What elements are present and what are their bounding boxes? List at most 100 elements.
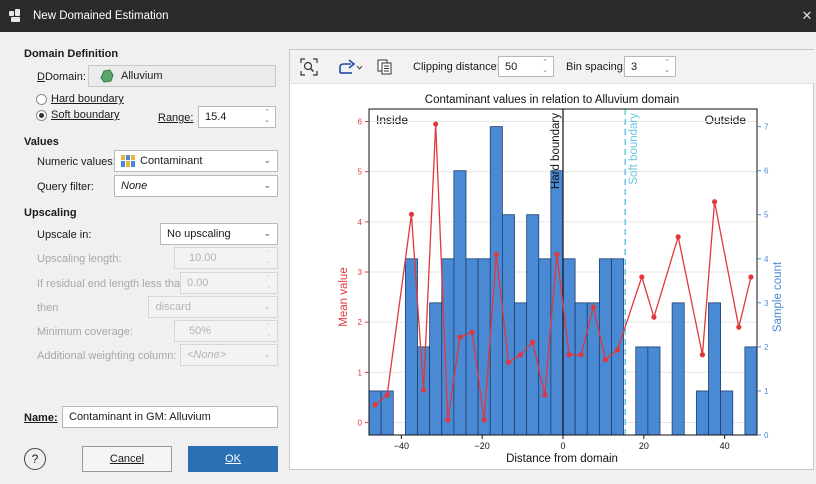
range-label-text: Range: (158, 112, 194, 124)
bin-spacing-input[interactable]: 3 ⌃ ⌄ (624, 56, 676, 77)
soft-boundary-radio[interactable] (36, 110, 47, 121)
histogram-bar (647, 346, 661, 436)
histogram-bar (526, 214, 540, 436)
help-button[interactable]: ? (24, 448, 46, 470)
query-filter-select[interactable]: None ⌄ (114, 175, 278, 197)
mean-value-point (651, 314, 657, 320)
x-tick-label: 0 (560, 441, 565, 451)
upscaling-heading: Upscaling (24, 207, 77, 219)
weighting-column-value: <None> (187, 349, 227, 361)
mean-value-point (493, 251, 499, 258)
chevron-down-icon: ⌄ (263, 349, 271, 359)
name-input[interactable]: Contaminant in GM: Alluvium (62, 406, 278, 428)
mean-value-point (517, 352, 524, 358)
cancel-button[interactable]: Cancel (82, 446, 172, 472)
zoom-fit-icon[interactable] (300, 58, 318, 76)
histogram-bar (671, 302, 685, 436)
y-right-tick-label: 4 (764, 255, 769, 264)
upscaling-length-input[interactable]: 10.00 ⌃ ⌄ (174, 247, 278, 269)
mean-value-point (384, 392, 390, 398)
domain-icon (100, 69, 114, 83)
range-spinner-icon[interactable]: ⌃ ⌄ (261, 108, 273, 126)
y-right-tick-label: 1 (764, 387, 769, 396)
hard-boundary-label: Hard boundary (51, 93, 124, 105)
hard-boundary-text: Hard boundary (51, 93, 124, 105)
histogram-bar (708, 302, 722, 436)
domain-definition-heading: Domain Definition (24, 48, 119, 60)
mean-value-point (469, 329, 475, 335)
range-label: Range: (158, 112, 193, 124)
mean-value-point (602, 357, 609, 363)
histogram-bar (465, 258, 479, 436)
chevron-down-icon: ⌄ (263, 228, 271, 238)
mean-value-point (566, 352, 572, 358)
mean-value-point (639, 274, 645, 280)
chart-title: Contaminant values in relation to Alluvi… (425, 94, 679, 106)
histogram-bar (429, 302, 443, 436)
histogram-bar (720, 390, 734, 436)
mean-value-point (433, 121, 439, 127)
spinner-icon: ⌃ ⌄ (266, 275, 272, 290)
hard-boundary-radio[interactable] (36, 94, 47, 105)
range-input[interactable]: 15.4 ⌃ ⌄ (198, 106, 276, 128)
weighting-column-select[interactable]: <None> ⌄ (180, 344, 278, 366)
clipping-distance-label: Clipping distance: (413, 61, 500, 73)
mean-value-point (445, 417, 451, 423)
histogram-bar (611, 258, 625, 436)
residual-input[interactable]: 0.00 ⌃ ⌄ (180, 272, 278, 294)
spinner-icon[interactable]: ⌃ ⌄ (661, 58, 673, 76)
close-icon[interactable]: ✕ (798, 0, 816, 32)
then-label: then (37, 302, 59, 314)
y-left-axis-label: Mean value (338, 267, 350, 326)
domain-label: DDomain: (37, 71, 86, 83)
histogram-bar (489, 126, 503, 436)
y-left-tick-label: 2 (358, 318, 363, 327)
bin-spacing-text: Bin spacing: (566, 61, 626, 73)
y-left-tick-label: 5 (358, 168, 363, 177)
x-axis-label: Distance from domain (506, 453, 618, 465)
y-left-tick-label: 1 (358, 368, 363, 377)
histogram-bar (562, 258, 576, 436)
soft-boundary-text: Soft boundary (51, 109, 120, 121)
upscaling-length-value: 10.00 (189, 252, 217, 264)
upscale-in-select[interactable]: No upscaling ⌄ (160, 223, 278, 245)
minimum-coverage-input[interactable]: 50% ⌃ ⌄ (174, 320, 278, 342)
mean-value-point (614, 347, 621, 353)
name-label-text: Name: (24, 412, 58, 424)
histogram-bar (477, 258, 491, 436)
clipping-distance-input[interactable]: 50 ⌃ ⌄ (498, 56, 554, 77)
mean-value-point (590, 304, 596, 310)
y-right-axis-label: Sample count (772, 261, 784, 332)
residual-label: If residual end length less than: (37, 278, 190, 290)
hard-boundary-label: Hard boundary (550, 113, 562, 189)
copy-icon[interactable] (376, 58, 394, 76)
minimum-coverage-value: 50% (189, 325, 212, 337)
then-select[interactable]: discard ⌄ (148, 296, 278, 318)
mean-value-point (748, 274, 754, 280)
query-filter-value: None (121, 180, 148, 192)
histogram-bar (635, 346, 649, 436)
y-right-tick-label: 7 (764, 123, 769, 132)
y-left-tick-label: 3 (358, 268, 363, 277)
domain-field[interactable]: Alluvium (88, 65, 276, 87)
y-left-tick-label: 4 (358, 218, 363, 227)
numeric-values-label: Numeric values: (37, 156, 116, 168)
upscale-in-label: Upscale in: (37, 229, 92, 241)
x-tick-label: 40 (720, 441, 730, 451)
y-left-tick-label: 0 (358, 418, 363, 427)
window-title: New Domained Estimation (33, 10, 169, 22)
mean-value-point (542, 392, 548, 398)
y-right-tick-label: 5 (764, 211, 769, 220)
mean-value-point (481, 417, 487, 423)
settings-panel: Domain Definition DDomain: Alluvium Hard… (0, 32, 290, 484)
histogram-bar (368, 390, 382, 436)
spinner-icon[interactable]: ⌃ ⌄ (539, 58, 551, 76)
upscaling-length-label: Upscaling length: (37, 253, 122, 265)
bin-spacing-value: 3 (631, 60, 638, 73)
export-icon[interactable] (338, 58, 364, 76)
chevron-down-icon: ⌄ (263, 180, 271, 190)
weighting-column-label: Additional weighting column: (37, 350, 177, 362)
numeric-values-select[interactable]: Contaminant ⌄ (114, 150, 278, 172)
ok-button[interactable]: OK (188, 446, 278, 472)
mean-value-point (711, 199, 718, 205)
